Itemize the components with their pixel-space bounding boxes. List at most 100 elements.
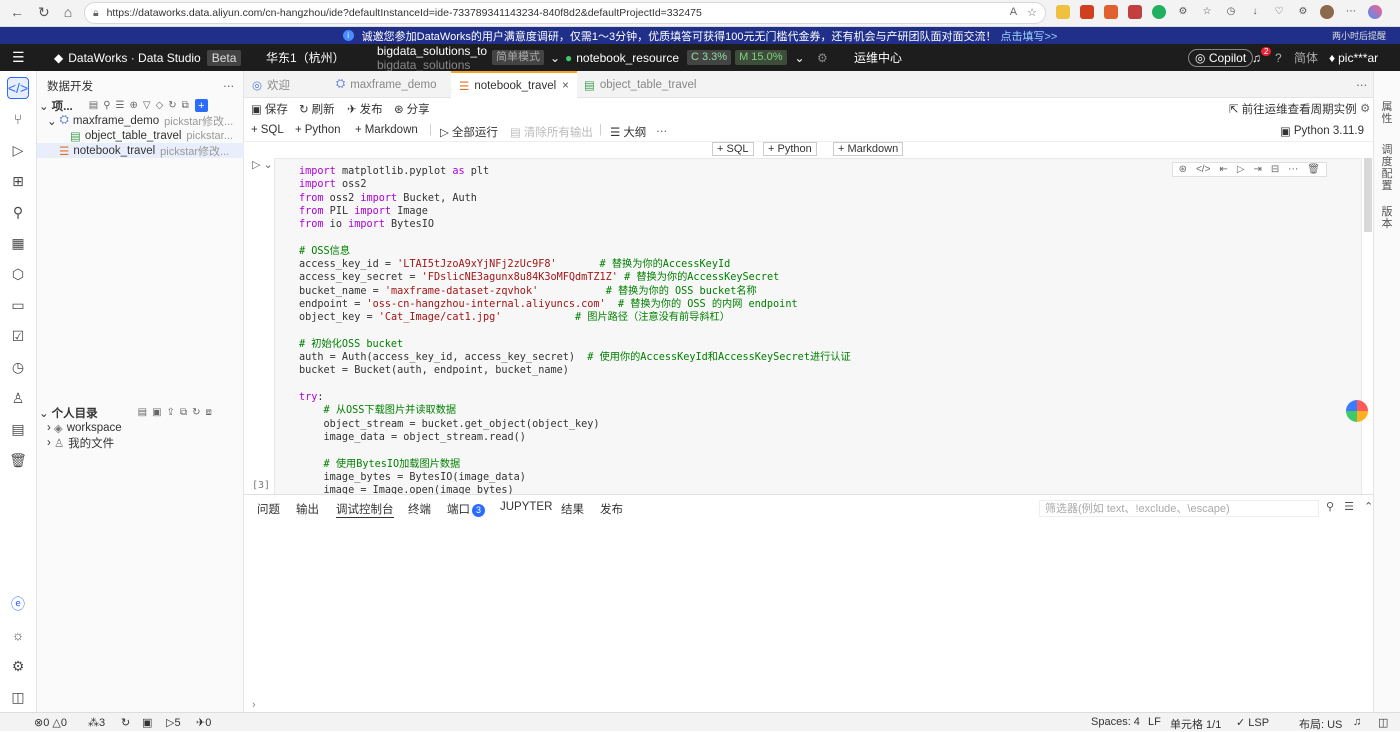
split-icon[interactable]: ⊟ [1271,164,1279,175]
run-above-icon[interactable]: ⇤ [1219,164,1227,175]
code-icon[interactable]: </> [1196,164,1210,175]
add-python-button[interactable]: + Python [295,124,341,136]
export-icon[interactable]: ⧉ [180,407,187,418]
panel-tab-debug-console[interactable]: 调试控制台 [336,501,394,518]
clock-icon[interactable]: ◷ [8,357,28,377]
more-icon[interactable]: ⋯ [656,124,668,138]
scrollbar-thumb[interactable] [1364,158,1372,232]
lsp-status[interactable]: ✓ LSP [1236,716,1269,729]
more-icon[interactable]: ⋯ [1348,71,1376,98]
read-aloud-icon[interactable]: A [1010,6,1017,19]
bell-icon[interactable]: ♫ [1353,716,1361,728]
publish-button[interactable]: ✈ 发布 [347,101,383,117]
chevron-up-icon[interactable]: ⌃ [1364,500,1373,513]
run-all-button[interactable]: ▷ 全部运行 [440,124,498,140]
filter-icon[interactable]: ▽ [143,100,151,111]
panel-tab-jupyter[interactable]: JUPYTER [500,501,552,513]
remind-later-link[interactable]: 两小时后提醒 [1332,29,1386,42]
share-button[interactable]: ⊛ 分享 [394,101,430,117]
personal-section[interactable]: ⌄ 个人目录 ▤ ▣ ⇪ ⧉ ↻ ⧈ [37,405,244,420]
settings-icon[interactable]: ⚙ [817,44,828,71]
search-icon[interactable]: ⚲ [103,100,110,111]
panel-tab-terminal[interactable]: 终端 [408,501,431,517]
tag-icon[interactable]: ◇ [156,100,164,111]
panel-tab-ports[interactable]: 端口 3 [447,501,485,517]
ports-status[interactable]: ⁂3 [88,716,105,729]
indent-status[interactable]: Spaces: 4 [1091,716,1140,728]
refresh-icon[interactable]: ↻ [168,100,176,111]
goto-ops-link[interactable]: ⇱ 前往运维查看周期实例 [1229,101,1357,117]
filter-input[interactable]: 筛选器(例如 text、!exclude、\escape) [1039,500,1319,517]
favorites-icon[interactable]: ☆ [1200,5,1214,19]
outline-button[interactable]: ☰ 大纲 [610,124,646,140]
back-icon[interactable]: ← [10,4,24,21]
settings-icon[interactable]: ⚙ [1360,101,1370,115]
history-icon[interactable]: ◷ [1224,5,1238,19]
trash-icon[interactable]: 🗑︎ [8,450,28,470]
prompt-chevron-icon[interactable]: › [252,699,256,711]
address-bar[interactable]: 🔒︎ https://dataworks.data.aliyun.com/cn-… [84,2,1046,24]
keyboard-layout-status[interactable]: 布局: US [1299,716,1342,732]
user-icon[interactable]: ♙ [8,388,28,408]
gear-icon[interactable]: ⚙ [8,656,28,676]
reload-icon[interactable]: ↻ [38,4,50,21]
schedule-config-tab[interactable]: 调度配置 [1381,144,1393,192]
tree-item-maxframe-demo[interactable]: ⌄ ⛭ maxframe_demo pickstar修改... [37,113,244,128]
add-icon[interactable]: + [194,99,208,112]
code-cell[interactable]: import matplotlib.pyplot as plt import o… [274,158,1362,494]
lock-icon[interactable]: 🔒︎ [93,7,99,20]
properties-tab[interactable]: 属性 [1381,101,1393,125]
project-section[interactable]: ⌄ 项... ▤ ⚲ ☰ ⊕ ▽ ◇ ↻ ⧉ + [37,98,244,113]
product-brand[interactable]: ◆ DataWorks · Data Studio Beta [54,44,242,71]
resource-selector[interactable]: ● notebook_resource C 3.3% M 15.0% ⌄ [565,44,805,71]
tree-item-notebook-travel[interactable]: ☰ notebook_travel pickstar修改... [37,143,244,158]
insert-sql-button[interactable]: + SQL [712,142,754,156]
delete-icon[interactable]: 🗑︎ [1307,164,1320,175]
insert-python-button[interactable]: + Python [763,142,817,156]
heart-icon[interactable]: ♡ [1272,5,1286,19]
help-icon[interactable]: ? [1275,44,1282,71]
tree-item-object-table-travel[interactable]: ▤ object_table_travel pickstar... [37,128,244,143]
checklist-icon[interactable]: ☑ [8,326,28,346]
user-menu[interactable]: ♦ pic***ar [1329,44,1378,71]
upload-icon[interactable]: ⇪ [167,407,175,418]
copilot-rail-icon[interactable]: ⓔ [8,594,28,614]
favorite-icon[interactable]: ☆ [1027,6,1037,19]
insert-markdown-button[interactable]: + Markdown [833,142,904,156]
settings-icon[interactable]: ⚙ [1296,5,1310,19]
extension-icon[interactable] [1152,5,1166,19]
save-button[interactable]: ▣ 保存 [251,101,288,117]
close-icon[interactable]: × [562,80,569,92]
collapse-icon[interactable]: ⧉ [182,100,189,111]
panel-tab-publish[interactable]: 发布 [600,501,623,517]
extensions-icon[interactable]: ⊞ [8,171,28,191]
tree-item-workspace[interactable]: › ◈ workspace [37,420,122,435]
panel-tab-results[interactable]: 结果 [561,501,584,517]
project-selector[interactable]: bigdata_solutions_to bigdata_solutions [377,44,487,72]
more-icon[interactable]: ⋯ [1344,5,1358,19]
copilot-button[interactable]: ◎ Copilot [1188,44,1254,71]
more-icon[interactable]: ⋯ [223,78,235,93]
table-icon[interactable]: ▦ [8,233,28,253]
refresh-icon[interactable]: ↻ [192,407,200,418]
profile-avatar[interactable] [1320,5,1334,19]
folder-icon[interactable]: ▭ [8,295,28,315]
search-person-icon[interactable]: ⚲ [8,202,28,222]
new-folder-icon[interactable]: ▣ [152,407,161,418]
extension-icon[interactable] [1104,5,1118,19]
run-status[interactable]: ▷5 [166,716,181,729]
menu-icon[interactable]: ☰ [12,44,25,71]
panel-tab-output[interactable]: 输出 [296,501,319,517]
target-icon[interactable]: ⊕ [129,100,137,111]
download-icon[interactable]: ↓ [1248,5,1262,19]
panel-tab-problems[interactable]: 问题 [257,501,280,517]
extension-icon[interactable] [1128,5,1142,19]
notification-button[interactable]: ♫ 2 [1252,44,1272,71]
run-icon[interactable]: ▷ [1237,164,1245,175]
eol-status[interactable]: LF [1148,716,1161,728]
puzzle-icon[interactable]: ⚙ [1176,5,1190,19]
search-icon[interactable]: ⚲ [1326,500,1334,513]
sun-icon[interactable]: ☼ [8,625,28,645]
new-file-icon[interactable]: ▤ [138,407,147,418]
home-icon[interactable]: ⌂ [64,4,72,21]
